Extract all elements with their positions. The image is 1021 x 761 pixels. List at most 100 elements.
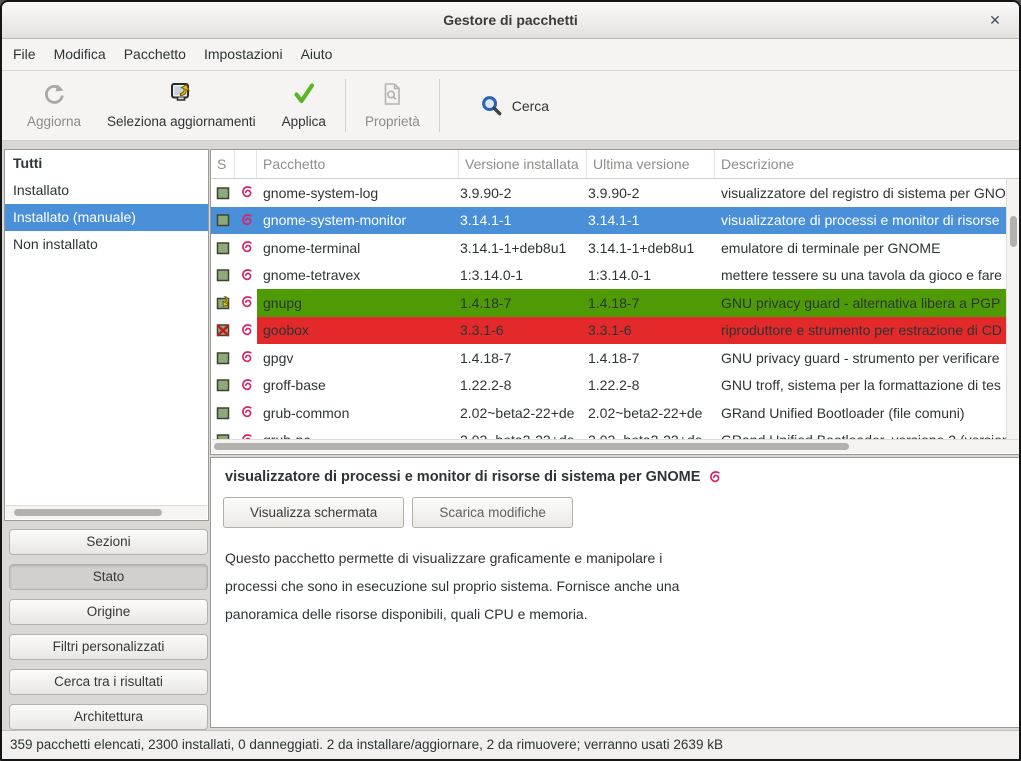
menu-item[interactable]: File [4, 39, 45, 70]
properties-button[interactable]: Proprietà [352, 71, 433, 140]
menubar: FileModificaPacchettoImpostazioniAiuto [2, 39, 1019, 71]
installed-version: 2.02~beta2-22+de [459, 427, 587, 440]
table-row[interactable]: gnupg 1.4.18-7 1.4.18-7 GNU privacy guar… [211, 289, 1006, 317]
table-vertical-scrollbar[interactable] [1006, 179, 1019, 439]
table-body: gnome-system-log 3.9.90-2 3.9.90-2 visua… [211, 179, 1006, 439]
close-icon[interactable]: ✕ [985, 10, 1005, 30]
description-line: Questo pacchetto permette di visualizzar… [225, 544, 1006, 572]
view-screenshot-button[interactable]: Visualizza schermata [223, 497, 404, 528]
column-header-latest[interactable]: Ultima versione [587, 150, 715, 178]
filter-mode-button[interactable]: Sezioni [9, 529, 208, 555]
table-row[interactable]: grub-pc 2.02~beta2-22+de 2.02~beta2-22+d… [211, 427, 1006, 440]
status-installed-icon [215, 350, 231, 366]
table-row[interactable]: gpgv 1.4.18-7 1.4.18-7 GNU privacy guard… [211, 344, 1006, 372]
filter-mode-button[interactable]: Origine [9, 599, 208, 625]
scrollbar-thumb[interactable] [1010, 216, 1017, 247]
debian-swirl-icon [239, 405, 254, 420]
package-description: visualizzatore di processi e monitor di … [715, 207, 1006, 235]
installed-version: 1.22.2-8 [459, 372, 587, 400]
main-content: TuttiInstallatoInstallato (manuale)Non i… [2, 141, 1019, 730]
latest-version: 1.4.18-7 [587, 289, 715, 317]
statusbar: 359 pacchetti elencati, 2300 installati,… [2, 730, 1019, 759]
table-row[interactable]: goobox 3.3.1-6 3.3.1-6 riproduttore e st… [211, 317, 1006, 345]
latest-version: 1:3.14.0-1 [587, 262, 715, 290]
latest-version: 3.14.1-1 [587, 207, 715, 235]
package-table: S Pacchetto Versione installata Ultima v… [210, 149, 1021, 455]
status-installed-icon [215, 377, 231, 393]
menu-item[interactable]: Impostazioni [195, 39, 292, 70]
package-description: mettere tessere su una tavola da gioco e… [715, 262, 1006, 290]
column-header-installed[interactable]: Versione installata [459, 150, 587, 178]
table-horizontal-scrollbar[interactable] [212, 439, 1019, 453]
table-row[interactable]: gnome-system-log 3.9.90-2 3.9.90-2 visua… [211, 179, 1006, 207]
package-description: GNU privacy guard - alternativa libera a… [715, 289, 1006, 317]
package-name: gpgv [257, 344, 459, 372]
scrollbar-thumb[interactable] [214, 443, 849, 450]
package-description: GNU troff, sistema per la formattazione … [715, 372, 1006, 400]
filter-mode-button[interactable]: Architettura [9, 704, 208, 730]
column-header-icon[interactable] [235, 150, 257, 178]
debian-swirl-icon [707, 470, 722, 485]
package-details-pane: visualizzatore di processi e monitor di … [210, 457, 1021, 728]
statusbar-text: 359 pacchetti elencati, 2300 installati,… [10, 737, 723, 752]
filter-list-item[interactable]: Installato (manuale) [5, 204, 208, 231]
package-name: gnupg [257, 289, 459, 317]
properties-label: Proprietà [365, 114, 420, 129]
column-header-status[interactable]: S [211, 150, 235, 178]
latest-version: 3.9.90-2 [587, 179, 715, 207]
debian-swirl-icon [239, 323, 254, 338]
debian-swirl-icon [239, 295, 254, 310]
menu-item[interactable]: Modifica [45, 39, 115, 70]
debian-swirl-icon [239, 268, 254, 283]
menu-item[interactable]: Aiuto [292, 39, 342, 70]
installed-version: 3.9.90-2 [459, 179, 587, 207]
search-icon [480, 94, 503, 117]
package-description: emulatore di terminale per GNOME [715, 234, 1006, 262]
mark-upgrades-icon [168, 81, 194, 107]
table-row[interactable]: gnome-system-monitor 3.14.1-1 3.14.1-1 v… [211, 207, 1006, 235]
table-row[interactable]: gnome-tetravex 1:3.14.0-1 1:3.14.0-1 met… [211, 262, 1006, 290]
mark-upgrades-button[interactable]: Seleziona aggiornamenti [94, 71, 269, 140]
table-row[interactable]: grub-common 2.02~beta2-22+de 2.02~beta2-… [211, 399, 1006, 427]
table-header: S Pacchetto Versione installata Ultima v… [211, 150, 1020, 179]
package-name: gnome-terminal [257, 234, 459, 262]
status-remove-icon [215, 322, 231, 338]
package-name: gnome-system-log [257, 179, 459, 207]
package-description: GNU privacy guard - strumento per verifi… [715, 344, 1006, 372]
description-line: processi che sono in esecuzione sul prop… [225, 572, 1006, 600]
latest-version: 2.02~beta2-22+de [587, 427, 715, 440]
sidebar-horizontal-scrollbar[interactable] [6, 505, 207, 519]
filter-mode-button[interactable]: Filtri personalizzati [9, 634, 208, 660]
filter-mode-button[interactable]: Cerca tra i risultati [9, 669, 208, 695]
menu-item[interactable]: Pacchetto [115, 39, 195, 70]
refresh-button[interactable]: Aggiorna [14, 71, 94, 140]
package-name: groff-base [257, 372, 459, 400]
package-manager-window: Gestore di pacchetti ✕ FileModificaPacch… [0, 0, 1021, 761]
table-row[interactable]: gnome-terminal 3.14.1-1+deb8u1 3.14.1-1+… [211, 234, 1006, 262]
refresh-label: Aggiorna [27, 114, 81, 129]
filter-list-item[interactable]: Installato [5, 177, 208, 204]
status-reinstall-icon [215, 295, 231, 311]
search-button[interactable]: Cerca [468, 71, 561, 140]
status-installed-icon [215, 267, 231, 283]
package-name: gnome-tetravex [257, 262, 459, 290]
column-header-description[interactable]: Descrizione [715, 150, 1020, 178]
filter-list-item[interactable]: Non installato [5, 231, 208, 258]
installed-version: 1:3.14.0-1 [459, 262, 587, 290]
filter-list-item[interactable]: Tutti [5, 150, 208, 177]
status-installed-icon [215, 240, 231, 256]
column-header-package[interactable]: Pacchetto [257, 150, 459, 178]
package-description: visualizzatore del registro di sistema p… [715, 179, 1006, 207]
apply-button[interactable]: Applica [269, 71, 339, 140]
apply-check-icon [291, 81, 317, 107]
download-changelog-button[interactable]: Scarica modifiche [412, 497, 573, 528]
latest-version: 3.3.1-6 [587, 317, 715, 345]
scrollbar-thumb[interactable] [14, 509, 162, 516]
filter-list: TuttiInstallatoInstallato (manuale)Non i… [4, 149, 209, 521]
toolbar: Aggiorna Seleziona aggiornamenti Applica [2, 71, 1019, 141]
latest-version: 2.02~beta2-22+de [587, 399, 715, 427]
table-row[interactable]: groff-base 1.22.2-8 1.22.2-8 GNU troff, … [211, 372, 1006, 400]
filter-mode-button[interactable]: Stato [9, 564, 208, 590]
debian-swirl-icon [239, 213, 254, 228]
status-installed-icon [215, 405, 231, 421]
